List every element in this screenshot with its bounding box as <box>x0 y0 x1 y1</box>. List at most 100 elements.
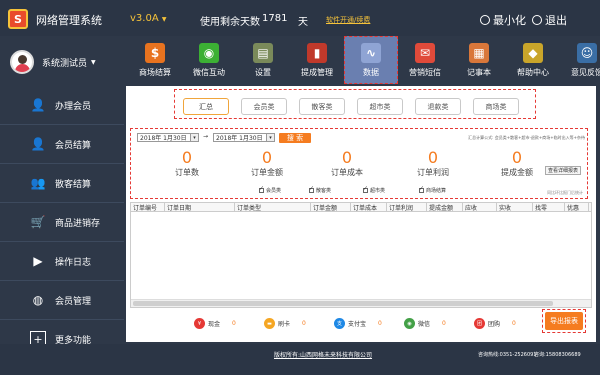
checkbox-4[interactable]: 商场结算 <box>419 185 447 194</box>
exit-button[interactable]: 退出 <box>532 12 567 28</box>
column-header[interactable]: 实收 <box>497 203 533 211</box>
sidebar-item-6[interactable]: ◍ 会员管理 <box>0 281 124 320</box>
column-header[interactable]: 找零 <box>533 203 565 211</box>
column-header[interactable]: 订单类型 <box>235 203 311 211</box>
stat-value: 0 <box>261 148 273 167</box>
remaining-days-label: 使用剩余天数 <box>200 17 260 28</box>
module-feedback[interactable]: ☺ 意见反馈 <box>560 36 600 84</box>
scrollbar-thumb[interactable] <box>133 301 553 306</box>
checkbox-1[interactable]: 会员类 <box>259 185 282 194</box>
payment-groupbuy: 团团购 0 <box>474 318 516 329</box>
module-chart[interactable]: ∿ 数据 <box>344 36 398 84</box>
sidebar-item-1[interactable]: 👤 办理会员 <box>0 86 124 125</box>
module-label: 数据 <box>363 67 379 77</box>
module-dollar[interactable]: $ 商场结算 <box>128 36 182 84</box>
module-help[interactable]: ◆ 帮助中心 <box>506 36 560 84</box>
payment-card: ▬ 刷卡 0 <box>264 318 306 329</box>
module-notebook[interactable]: ▦ 记事本 <box>452 36 506 84</box>
tab-filter-3[interactable]: 散客类 <box>299 98 345 115</box>
module-label: 设置 <box>255 67 271 77</box>
sms-icon: ✉ <box>415 42 435 63</box>
stat-label: 订单利润 <box>417 168 449 177</box>
tab-filter-4[interactable]: 超市类 <box>357 98 403 115</box>
module-wechat[interactable]: ◉ 微信互动 <box>182 36 236 84</box>
chevron-down-icon: ▼ <box>91 58 96 66</box>
column-header[interactable]: 应收 <box>463 203 497 211</box>
sidebar-item-5[interactable]: ▶ 操作日志 <box>0 242 124 281</box>
module-settings[interactable]: ▤ 设置 <box>236 36 290 84</box>
sidebar-item-label: 会员结算 <box>55 140 92 151</box>
module-commission[interactable]: ▮ 提成管理 <box>290 36 344 84</box>
feedback-icon: ☺ <box>577 42 597 63</box>
checkbox-2[interactable]: 散客类 <box>309 185 331 194</box>
help-icon: ◆ <box>523 42 543 63</box>
member-checkout-icon: 👤 <box>30 137 46 151</box>
column-header[interactable]: 订单金额 <box>311 203 351 211</box>
column-header[interactable]: 订单成本 <box>351 203 387 211</box>
column-header[interactable]: 优惠 <box>565 203 589 211</box>
view-detail-report-button[interactable]: 查看详细报表 <box>545 166 581 175</box>
payment-label: 支付宝 <box>348 321 367 328</box>
minimize-button[interactable]: 最小化 <box>480 12 526 28</box>
payment-wechat-pay: ◉ 微信 0 <box>404 318 446 329</box>
checkbox-box[interactable] <box>259 185 264 193</box>
column-header[interactable]: 订单编号 <box>131 203 165 211</box>
minimize-icon <box>480 15 490 25</box>
calendar-dropdown-icon[interactable]: ▾ <box>266 134 274 141</box>
sidebar-item-2[interactable]: 👤 会员结算 <box>0 125 124 164</box>
summary-formula: 汇总计算公式: 会员类+散客+超市-退款+商场+临时出入等+杂待 <box>468 135 585 140</box>
tab-filter-2[interactable]: 会员类 <box>241 98 287 115</box>
export-area: 导出报表 <box>542 309 586 333</box>
sidebar-item-4[interactable]: 🛒 商品进销存 <box>0 203 124 242</box>
checkbox-box[interactable] <box>363 185 368 193</box>
calendar-dropdown-icon[interactable]: ▾ <box>190 134 198 141</box>
avatar <box>10 50 34 74</box>
query-panel: 2018年 1月30日 ▾ → 2018年 1月30日 ▾ 搜 索 汇总计算公式… <box>130 128 588 199</box>
checkbox-label: 商场结算 <box>426 188 447 194</box>
tab-filter-5[interactable]: 退款类 <box>415 98 461 115</box>
dollar-icon: $ <box>145 42 165 63</box>
guests-icon: 👥 <box>30 176 46 190</box>
wechat-pay-icon: ◉ <box>404 318 415 329</box>
checkbox-box[interactable] <box>309 185 314 193</box>
stat-2: 0 订单金额 <box>237 149 297 178</box>
hotline: 咨询热线:0351-2526091 <box>478 352 537 358</box>
payment-cash: ¥ 现金 0 <box>194 318 236 329</box>
date-from-picker[interactable]: 2018年 1月30日 ▾ <box>137 133 199 142</box>
chart-icon: ∿ <box>361 42 381 63</box>
orders-table: 订单编号 订单日期 订单类型 订单金额 订单成本 订单利润 提成金额 应收 实收 找零 优惠 <box>130 202 592 308</box>
module-nav: $ 商场结算 ◉ 微信互动 ▤ 设置 ▮ 提成管理 ∿ 数据 ✉ 营销短信 ▦ 记事本 ◆ 帮助中心 ☺ 意见反馈 <box>128 36 600 84</box>
commission-icon: ▮ <box>307 42 327 63</box>
copyright-link[interactable]: 版权所有:山西网格未来科技有限公司 <box>274 350 372 359</box>
column-header[interactable]: 提成金额 <box>427 203 463 211</box>
column-header[interactable]: 订单利润 <box>387 203 427 211</box>
export-report-button[interactable]: 导出报表 <box>545 312 583 330</box>
tab-filter-1[interactable]: 汇总 <box>183 98 229 115</box>
module-sms[interactable]: ✉ 营销短信 <box>398 36 452 84</box>
module-label: 帮助中心 <box>517 67 549 77</box>
renew-link[interactable]: 软件开通/续费 <box>326 15 370 25</box>
exit-label: 退出 <box>545 14 567 27</box>
date-to-value: 2018年 1月30日 <box>216 135 263 142</box>
tab-filter-6[interactable]: 商场类 <box>473 98 519 115</box>
version-selector[interactable]: v3.0A ▼ <box>130 13 166 24</box>
checkbox-label: 会员类 <box>266 188 282 194</box>
date-to-picker[interactable]: 2018年 1月30日 ▾ <box>213 133 275 142</box>
date-from-value: 2018年 1月30日 <box>140 135 187 142</box>
stat-label: 订单金额 <box>251 168 283 177</box>
user-name: 系统测试员 <box>42 58 88 69</box>
checkbox-3[interactable]: 超市类 <box>363 185 385 194</box>
checkbox-box[interactable] <box>419 185 424 193</box>
payment-value: 0 <box>442 320 446 327</box>
stat-5: 0 提成金额 <box>487 149 547 178</box>
horizontal-scrollbar[interactable] <box>131 299 591 307</box>
app-logo: S <box>8 9 28 29</box>
search-button[interactable]: 搜 索 <box>279 133 311 143</box>
payment-label: 团购 <box>488 321 501 328</box>
version-label: v3.0A <box>130 13 159 24</box>
column-header[interactable]: 订单日期 <box>165 203 235 211</box>
sidebar-item-3[interactable]: 👥 散客结算 <box>0 164 124 203</box>
stat-label: 订单成本 <box>331 168 363 177</box>
power-icon <box>532 15 542 25</box>
user-menu[interactable]: 系统测试员 ▼ <box>0 40 125 84</box>
